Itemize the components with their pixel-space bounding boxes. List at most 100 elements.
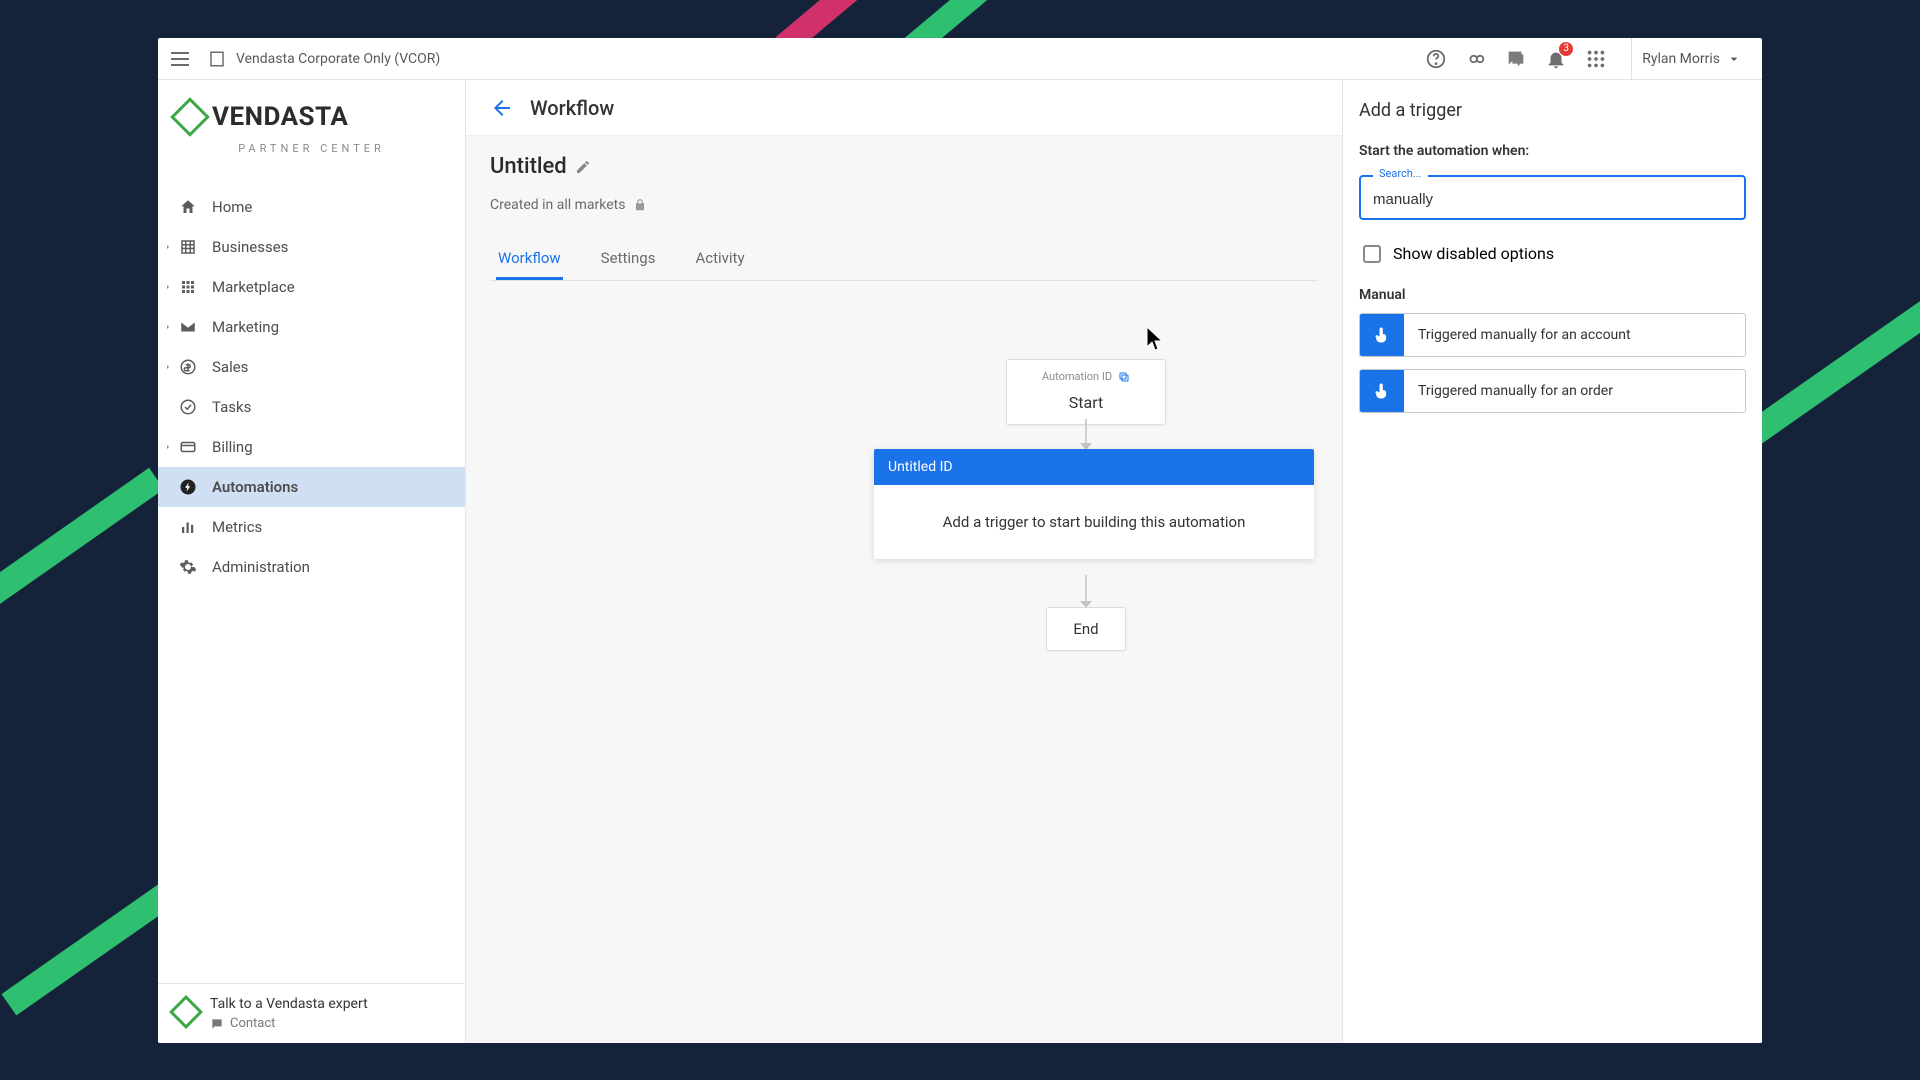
tab-workflow[interactable]: Workflow <box>496 239 563 280</box>
org-name[interactable]: Vendasta Corporate Only (VCOR) <box>236 51 440 67</box>
nav-label: Marketplace <box>212 278 295 296</box>
sidebar: VENDASTA PARTNER CENTER Home Businesses <box>158 80 466 1043</box>
footer-title: Talk to a Vendasta expert <box>210 996 368 1012</box>
contact-link[interactable]: Contact <box>210 1016 368 1031</box>
nav-label: Home <box>212 198 252 216</box>
logo-mark-icon <box>170 97 210 137</box>
trigger-card[interactable]: Untitled ID Add a trigger to start build… <box>874 449 1314 559</box>
apps-grid-icon[interactable] <box>1585 48 1607 70</box>
touch-icon <box>1360 369 1404 413</box>
nav-label: Billing <box>212 438 253 456</box>
chevron-right-icon <box>164 243 172 251</box>
brand-name: VENDASTA <box>212 102 348 132</box>
automation-id-label: Automation ID <box>1042 370 1112 383</box>
brand-subtitle: PARTNER CENTER <box>176 142 447 155</box>
created-label: Created in all markets <box>490 197 625 213</box>
topbar: Vendasta Corporate Only (VCOR) 3 Rylan M… <box>158 38 1762 80</box>
trigger-option-label: Triggered manually for an account <box>1404 327 1645 343</box>
page-title: Workflow <box>530 96 614 120</box>
lock-icon <box>633 198 647 212</box>
sales-icon <box>178 358 198 376</box>
nav-label: Administration <box>212 558 310 576</box>
user-name: Rylan Morris <box>1642 51 1720 67</box>
chat-icon <box>210 1017 224 1031</box>
document-title: Untitled <box>490 154 567 179</box>
logo-mark-icon <box>169 995 203 1029</box>
chat-icon[interactable] <box>1505 48 1527 70</box>
chevron-right-icon <box>164 363 172 371</box>
marketing-icon <box>178 318 198 336</box>
marketplace-icon <box>178 278 198 296</box>
chevron-down-icon <box>1726 51 1742 67</box>
nav-label: Metrics <box>212 518 262 536</box>
group-label: Manual <box>1359 287 1746 303</box>
main-area: Workflow Untitled Created in all markets… <box>466 80 1762 1043</box>
sidebar-item-marketplace[interactable]: Marketplace <box>158 267 465 307</box>
chevron-right-icon <box>164 323 172 331</box>
show-disabled-toggle[interactable]: Show disabled options <box>1359 238 1746 281</box>
search-label: Search... <box>1373 167 1428 180</box>
back-button[interactable] <box>490 96 514 120</box>
nav-label: Marketing <box>212 318 279 336</box>
trigger-card-body: Add a trigger to start building this aut… <box>874 485 1314 559</box>
start-node[interactable]: Automation ID Start <box>1006 359 1166 425</box>
copy-icon[interactable] <box>1118 371 1130 383</box>
businesses-icon <box>178 238 198 256</box>
help-icon[interactable] <box>1425 48 1447 70</box>
tab-label: Settings <box>601 249 656 267</box>
workflow-canvas: Automation ID Start Untitled ID Add a tr… <box>466 281 1342 1043</box>
page-header: Workflow <box>466 80 1342 136</box>
sidebar-footer: Talk to a Vendasta expert Contact <box>158 983 465 1043</box>
automations-icon <box>178 478 198 496</box>
nav-label: Sales <box>212 358 248 376</box>
cursor-icon <box>1146 326 1166 352</box>
chevron-right-icon <box>164 443 172 451</box>
app-window: Vendasta Corporate Only (VCOR) 3 Rylan M… <box>158 38 1762 1043</box>
end-label: End <box>1073 620 1098 638</box>
edit-icon[interactable] <box>575 159 591 175</box>
billing-icon <box>178 438 198 456</box>
brand-logo[interactable]: VENDASTA <box>176 102 447 132</box>
checkbox-icon <box>1363 245 1381 263</box>
sidebar-item-billing[interactable]: Billing <box>158 427 465 467</box>
nav-list: Home Businesses Marketplace Marketing <box>158 187 465 983</box>
infinity-icon[interactable] <box>1465 48 1487 70</box>
nav-label: Businesses <box>212 238 288 256</box>
tab-label: Activity <box>695 249 744 267</box>
sidebar-item-home[interactable]: Home <box>158 187 465 227</box>
sidebar-item-marketing[interactable]: Marketing <box>158 307 465 347</box>
metrics-icon <box>178 518 198 536</box>
trigger-option-label: Triggered manually for an order <box>1404 383 1627 399</box>
tabs: Workflow Settings Activity <box>490 239 1318 281</box>
search-input[interactable] <box>1359 175 1746 220</box>
notifications-icon[interactable]: 3 <box>1545 48 1567 70</box>
sidebar-item-metrics[interactable]: Metrics <box>158 507 465 547</box>
trigger-card-header: Untitled ID <box>874 449 1314 485</box>
sidebar-item-businesses[interactable]: Businesses <box>158 227 465 267</box>
show-disabled-label: Show disabled options <box>1393 244 1554 263</box>
sidebar-item-tasks[interactable]: Tasks <box>158 387 465 427</box>
user-menu[interactable]: Rylan Morris <box>1631 38 1752 80</box>
nav-label: Automations <box>212 478 298 496</box>
sidebar-item-automations[interactable]: Automations <box>158 467 465 507</box>
chevron-right-icon <box>164 283 172 291</box>
tab-settings[interactable]: Settings <box>599 239 658 280</box>
gear-icon <box>178 558 198 576</box>
tab-activity[interactable]: Activity <box>693 239 746 280</box>
sidebar-item-administration[interactable]: Administration <box>158 547 465 587</box>
panel-prompt: Start the automation when: <box>1359 143 1746 159</box>
right-panel: Add a trigger Start the automation when:… <box>1342 80 1762 1043</box>
tab-label: Workflow <box>498 249 561 267</box>
trigger-option-account[interactable]: Triggered manually for an account <box>1359 313 1746 357</box>
tasks-icon <box>178 398 198 416</box>
panel-title: Add a trigger <box>1359 100 1746 121</box>
sidebar-item-sales[interactable]: Sales <box>158 347 465 387</box>
building-icon <box>208 50 226 68</box>
end-node[interactable]: End <box>1046 607 1126 651</box>
hamburger-menu-button[interactable] <box>168 47 192 71</box>
touch-icon <box>1360 313 1404 357</box>
contact-label: Contact <box>230 1016 275 1031</box>
bg-stripe <box>0 468 164 638</box>
nav-label: Tasks <box>212 398 251 416</box>
trigger-option-order[interactable]: Triggered manually for an order <box>1359 369 1746 413</box>
